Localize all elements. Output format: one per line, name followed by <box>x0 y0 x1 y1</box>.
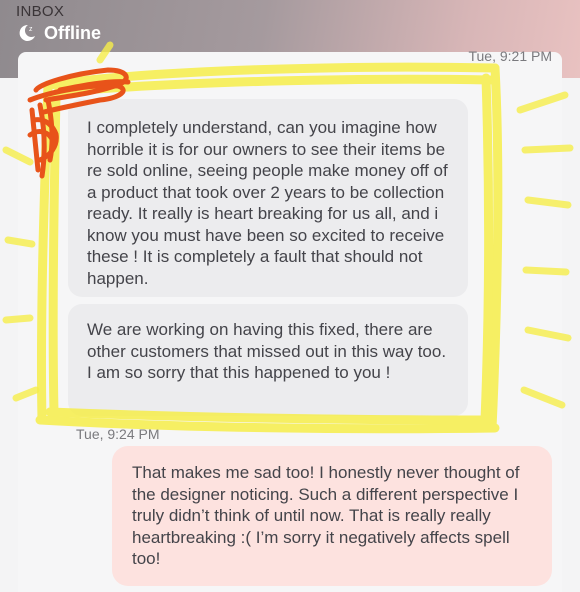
incoming-message-bubble[interactable]: We are working on having this fixed, the… <box>68 304 468 416</box>
inbox-label: INBOX <box>16 3 65 20</box>
status-indicator: z Offline <box>16 22 101 44</box>
svg-text:z: z <box>29 26 33 33</box>
moon-z-icon: z <box>19 24 35 41</box>
message-timestamp: Tue, 9:21 PM <box>468 48 552 64</box>
status-text: Offline <box>44 22 101 43</box>
incoming-message-bubble[interactable]: I completely understand, can you imagine… <box>68 99 468 297</box>
message-timestamp: Tue, 9:24 PM <box>76 426 160 442</box>
outgoing-message-bubble[interactable]: That makes me sad too! I honestly never … <box>112 446 552 586</box>
